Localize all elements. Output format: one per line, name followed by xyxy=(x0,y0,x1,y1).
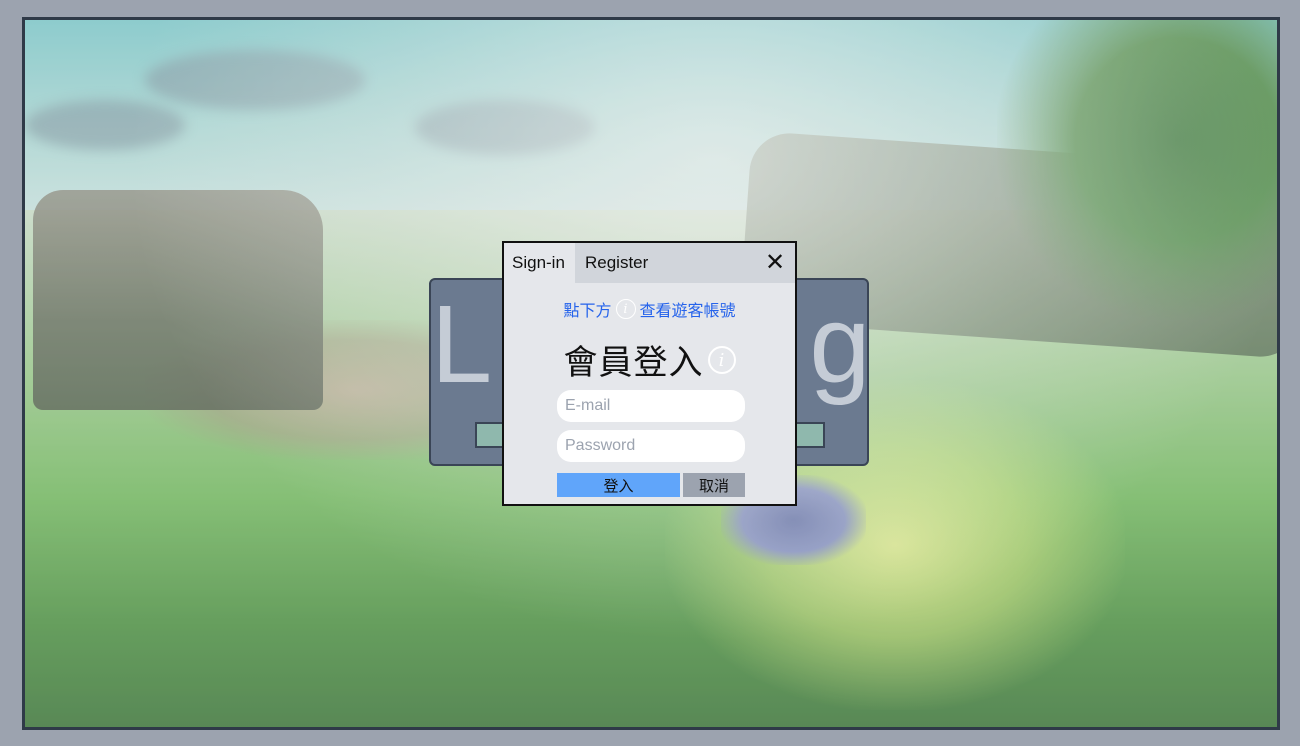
cancel-button[interactable]: 取消 xyxy=(683,473,745,497)
login-dialog: Sign-in Register ✕ 點下方 i 查看遊客帳號 會員登入 i 登… xyxy=(502,241,797,506)
tab-bar: Sign-in Register ✕ xyxy=(504,243,795,283)
login-button[interactable]: 登入 xyxy=(557,473,680,497)
email-field[interactable] xyxy=(557,390,745,422)
tab-sign-in[interactable]: Sign-in xyxy=(504,243,575,283)
guest-account-hint: 點下方 i 查看遊客帳號 xyxy=(504,297,795,321)
close-icon[interactable]: ✕ xyxy=(763,249,787,277)
info-icon[interactable]: i xyxy=(615,299,636,319)
hint-prefix: 點下方 xyxy=(563,303,612,320)
dialog-title: 會員登入 xyxy=(563,344,704,382)
hint-suffix: 查看遊客帳號 xyxy=(639,303,736,320)
password-field[interactable] xyxy=(557,430,745,462)
dialog-title-row: 會員登入 i xyxy=(504,335,795,384)
info-icon[interactable]: i xyxy=(707,345,736,374)
tab-register[interactable]: Register xyxy=(577,243,667,283)
